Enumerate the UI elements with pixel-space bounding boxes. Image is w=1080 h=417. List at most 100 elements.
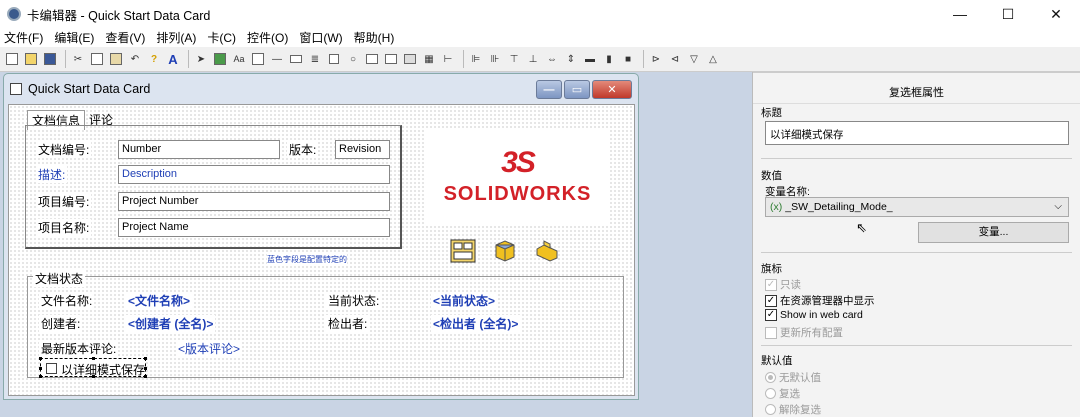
close-button[interactable]: ✕ [1032,0,1080,28]
app-titlebar: 卡编辑器 - Quick Start Data Card — ☐ ✕ [0,0,1080,28]
cut-icon[interactable]: ✂ [70,51,86,67]
paste-icon[interactable] [108,51,124,67]
new-icon[interactable] [4,51,20,67]
app-icon [7,7,21,21]
doc-number-label: 文档编号: [36,141,92,158]
card-window-title: Quick Start Data Card [28,82,151,96]
default-none-radio[interactable]: 无默认值 [765,370,821,385]
card-maximize-button[interactable]: ▭ [564,80,590,99]
label-icon[interactable]: Aa [231,51,247,67]
card-window-icon [10,83,22,95]
file-name-label: 文件名称: [39,292,95,309]
toolbar-separator [643,50,644,68]
order-front-icon[interactable]: ⊳ [648,51,664,67]
checkbox-icon[interactable] [326,51,342,67]
tree-icon[interactable]: ⊢ [440,51,456,67]
flag-show-in-explorer-label: 在资源管理器中显示 [780,295,875,307]
order-up-icon[interactable]: ▽ [686,51,702,67]
window-controls: — ☐ ✕ [936,0,1080,28]
radio-icon [765,388,776,399]
textbox-icon[interactable] [250,51,266,67]
minimize-button[interactable]: — [936,0,984,28]
radio-icon [765,404,776,415]
menu-window[interactable]: 窗口(W) [299,29,342,46]
image-icon[interactable] [212,51,228,67]
caption-input[interactable]: 以详细模式保存 [765,121,1069,145]
flag-show-in-web-card-label: Show in web card [780,309,863,321]
flag-show-in-web-card[interactable]: ✓ Show in web card [765,309,863,321]
combo-icon[interactable] [288,51,304,67]
version-label: 版本: [287,141,319,158]
variable-icon: (x) [770,201,783,213]
project-number-field[interactable]: Project Number [118,192,390,211]
grid-icon[interactable]: ▦ [421,51,437,67]
flag-update-all-configs[interactable]: 更新所有配置 [765,325,843,340]
align-top-icon[interactable]: ⊤ [506,51,522,67]
menu-help[interactable]: 帮助(H) [354,29,395,46]
open-icon[interactable] [23,51,39,67]
divider [761,345,1072,346]
solidworks-logo: 3S SOLIDWORKS [426,129,609,224]
part-icon[interactable] [534,239,560,263]
align-center-icon[interactable]: ⊪ [487,51,503,67]
flag-readonly-label: 只读 [780,279,801,291]
var-name-select[interactable]: (x) _SW_Detailing_Mode_ ⌵ [765,197,1069,217]
card-window-controls: — ▭ ✕ [534,80,632,99]
space-vertical-icon[interactable]: ⇕ [563,51,579,67]
description-field[interactable]: Description [118,165,390,184]
menu-controls[interactable]: 控件(O) [247,29,288,46]
card-window: Quick Start Data Card — ▭ ✕ 文档信息 评论 文档编号… [3,73,639,400]
flag-readonly[interactable]: ✓ 只读 [765,277,801,292]
same-height-icon[interactable]: ▮ [601,51,617,67]
variables-button[interactable]: 变量... [918,222,1069,243]
menu-view[interactable]: 查看(V) [105,29,145,46]
var-name-value: _SW_Detailing_Mode_ [785,201,893,213]
default-none-label: 无默认值 [779,372,821,384]
menu-file[interactable]: 文件(F) [4,29,43,46]
card-minimize-button[interactable]: — [536,80,562,99]
same-size-icon[interactable]: ■ [620,51,636,67]
radio-icon[interactable]: ○ [345,51,361,67]
menu-card[interactable]: 卡(C) [207,29,236,46]
order-down-icon[interactable]: △ [705,51,721,67]
doc-number-field[interactable]: Number [118,140,280,159]
drawing-icon[interactable] [450,239,476,263]
detailing-mode-checkbox-box[interactable] [46,363,57,374]
group-icon[interactable] [364,51,380,67]
maximize-button[interactable]: ☐ [984,0,1032,28]
project-name-label: 项目名称: [36,219,92,236]
undo-icon[interactable]: ↶ [127,51,143,67]
version-field[interactable]: Revision [335,140,390,159]
button-icon[interactable] [402,51,418,67]
detailing-mode-checkbox[interactable]: 以详细模式保存 [39,357,147,378]
same-width-icon[interactable]: ▬ [582,51,598,67]
list-icon[interactable]: ≣ [307,51,323,67]
text-a-icon[interactable]: A [165,51,181,67]
order-back-icon[interactable]: ⊲ [667,51,683,67]
align-left-icon[interactable]: ⊫ [468,51,484,67]
menu-arrange[interactable]: 排列(A) [156,29,196,46]
save-icon[interactable] [42,51,58,67]
tab-icon[interactable] [383,51,399,67]
detailing-mode-checkbox-label: 以详细模式保存 [61,363,146,377]
pointer-icon[interactable]: ➤ [193,51,209,67]
divider [761,158,1072,159]
radio-selected-icon [765,372,776,383]
checkbox-empty-icon [765,326,777,339]
creator-value: <创建者 (全名)> [126,315,216,332]
menu-edit[interactable]: 编辑(E) [54,29,94,46]
space-horizontal-icon[interactable]: ⇔ [544,51,560,67]
project-name-field[interactable]: Project Name [118,218,390,237]
flag-show-in-explorer[interactable]: ✓ 在资源管理器中显示 [765,293,875,308]
line-icon[interactable]: — [269,51,285,67]
default-checked-radio[interactable]: 复选 [765,386,800,401]
card-canvas[interactable]: 文档信息 评论 文档编号: Number 版本: Revision 描述: De… [8,104,635,396]
flags-section-label: 旗标 [761,263,782,275]
default-unchecked-radio[interactable]: 解除复选 [765,402,821,417]
help-icon[interactable]: ? [146,51,162,67]
card-close-button[interactable]: ✕ [592,80,632,99]
config-note: 蓝色字段是配置特定的 [267,254,347,265]
assembly-icon[interactable] [492,239,518,263]
align-middle-icon[interactable]: ⊥ [525,51,541,67]
copy-icon[interactable] [89,51,105,67]
